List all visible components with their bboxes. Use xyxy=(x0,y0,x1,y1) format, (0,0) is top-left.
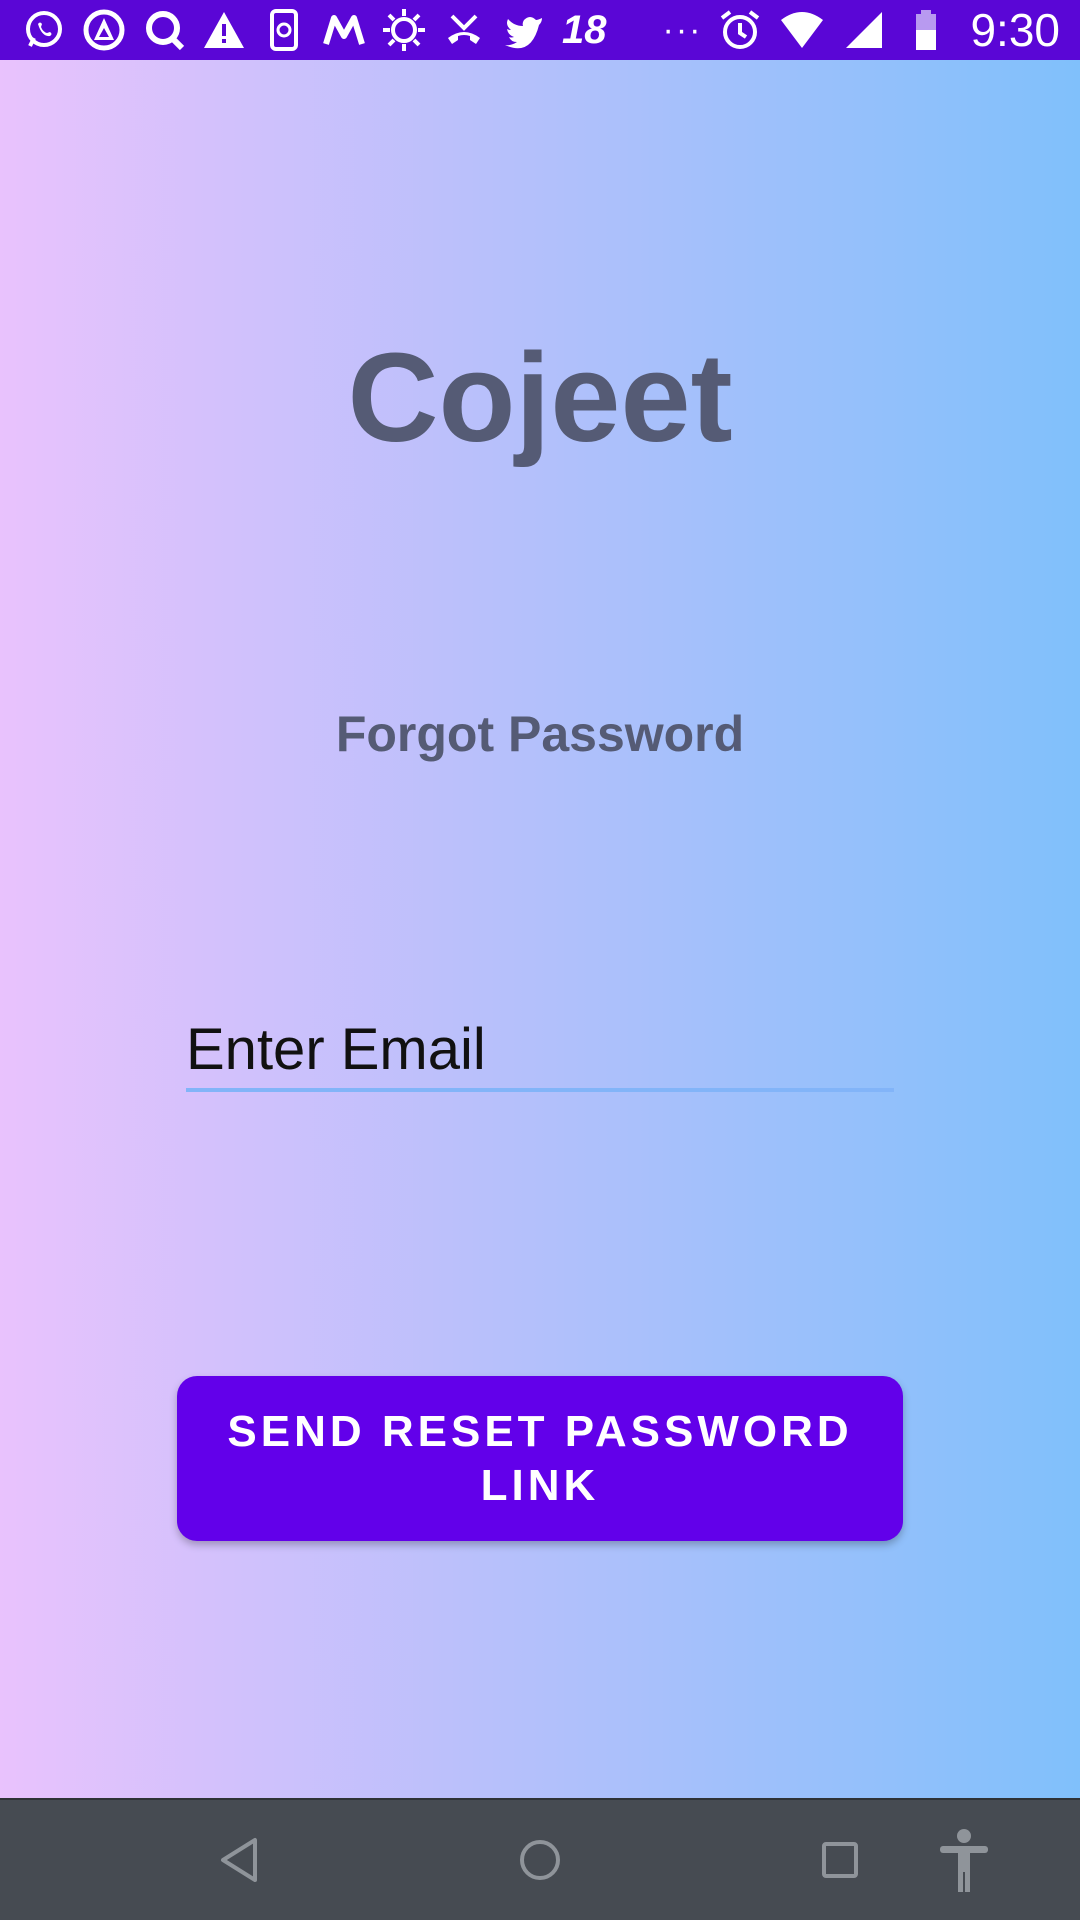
twitter-icon xyxy=(502,8,546,52)
search-app-icon xyxy=(142,8,186,52)
navigation-bar xyxy=(0,1798,1080,1920)
email-field[interactable] xyxy=(186,1010,894,1092)
wifi-icon xyxy=(780,8,824,52)
screen: 18 ··· 9:30 Cojeet Forgot Password SEND … xyxy=(0,0,1080,1920)
battery-icon xyxy=(904,8,948,52)
clock: 9:30 xyxy=(970,4,1060,56)
myntra-icon xyxy=(322,8,366,52)
send-reset-link-button[interactable]: SEND RESET PASSWORD LINK xyxy=(177,1376,903,1541)
status-bar: 18 ··· 9:30 xyxy=(0,0,1080,60)
app-title: Cojeet xyxy=(347,327,733,468)
home-icon[interactable] xyxy=(502,1822,578,1898)
whatsapp-icon xyxy=(22,8,66,52)
recents-icon[interactable] xyxy=(802,1822,878,1898)
system-icons: 9:30 xyxy=(718,4,1060,56)
warning-icon xyxy=(202,8,246,52)
page-title: Forgot Password xyxy=(335,706,745,762)
back-icon[interactable] xyxy=(203,1822,279,1898)
missed-call-icon xyxy=(442,8,486,52)
accessibility-icon[interactable] xyxy=(926,1822,1002,1898)
notification-count: 18 xyxy=(562,8,607,52)
alarm-icon xyxy=(718,8,762,52)
more-notifications-indicator: ··· xyxy=(662,11,703,49)
forgot-password-screen: Cojeet Forgot Password SEND RESET PASSWO… xyxy=(0,60,1080,1798)
signal-icon xyxy=(842,8,886,52)
phone-sync-icon xyxy=(262,8,306,52)
delta-app-icon xyxy=(82,8,126,52)
notification-icons: 18 ··· xyxy=(22,8,702,52)
brightness-icon xyxy=(382,8,426,52)
